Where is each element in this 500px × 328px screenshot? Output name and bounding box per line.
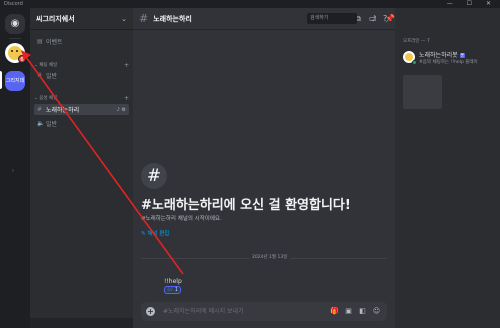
selected-server-indicator [0,71,2,89]
search-input[interactable]: 검색하기 [307,13,357,24]
category-label: 음성 채널 [39,96,58,101]
channel-noraehaneun-hari[interactable]: # 노래하는하리 ♪ ⚙ [34,104,129,115]
member-item[interactable]: 노래하는하리봇 봇 #음악 채팅하는 !!help 플레이 [399,47,496,73]
channel-label: 노래하는하리 [46,107,80,114]
calendar-icon: ▤ [37,38,43,45]
help-icon[interactable]: ? [383,14,387,23]
chevron-down-icon: ⌄ [121,14,127,23]
title-bar: Discord — ☐ ✕ [0,0,500,8]
channel-label: 이벤트 [46,39,63,46]
rail-separator [9,38,21,39]
member-name-label: 노래하는하리봇 [419,52,458,59]
edit-channel-label: 채널 편집 [147,231,170,237]
server-name: 씨그리지쉐서 [36,14,75,23]
message-text: !!help [164,278,182,285]
hash-icon: # [37,106,43,113]
channel-events[interactable]: ▤ 이벤트 [34,36,129,47]
edit-channel-link[interactable]: ✎ 채널 편집 [141,229,169,237]
bot-badge: 봇 [459,53,465,58]
search-placeholder: 검색하기 [310,15,329,21]
server-button[interactable]: 그리지데 [5,71,25,91]
add-channel-icon[interactable]: + [124,95,129,102]
mention-badge: 6 [18,55,26,63]
member-name: 노래하는하리봇 봇 [419,50,465,59]
server-rail: ◉ 6 그리지데 › [0,8,30,328]
channel-title: 노래하는하리 [153,14,192,23]
welcome-subtitle: #노래하는하리 채널의 시작이에요. [141,216,222,222]
message-composer[interactable]: + #노래하는하리에 메시지 보내기 🎁 ▣ ◧ ☺ [141,302,387,321]
channel-label: 일반 [46,73,58,80]
composer-placeholder[interactable]: #노래하는하리에 메시지 보내기 [163,302,244,321]
composer-tools: 🎁 ▣ ◧ ☺ [330,307,381,316]
category-voice-channels[interactable]: ⌄ 음성 채널 + [34,94,129,102]
emoji-icon[interactable]: ☺ [372,307,381,316]
gif-icon[interactable]: ▣ [344,307,353,316]
channel-general[interactable]: # 일반 [34,70,129,81]
add-attachment-icon[interactable]: + [146,307,155,316]
speaker-icon: 🔈 [37,120,45,127]
server-header[interactable]: 씨그리지쉐서 ⌄ [30,8,133,30]
reaction-button[interactable]: 🎶 1 [164,286,181,294]
member-list: 오프라인 — 7 노래하는하리봇 봇 #음악 채팅하는 !!help 플레이 [395,8,500,328]
gift-icon[interactable]: 🎁 [330,307,339,316]
date-label: 2024년 1월 13일 [249,255,291,261]
sticker-icon[interactable]: ◧ [358,307,367,316]
date-divider: 2024년 1월 13일 [141,255,387,261]
channel-label: 일반 [46,121,58,128]
window-controls[interactable]: — ☐ ✕ [447,0,497,8]
server-avatar-button[interactable]: 6 [5,43,26,63]
discord-logo-icon: ◉ [10,18,20,29]
member-category: 오프라인 — 7 [403,39,430,44]
welcome-title: #노래하는하리에 오신 걸 환영합니다! [141,198,351,213]
hash-icon: # [37,72,43,79]
app-name: Discord [4,1,23,7]
channel-voice-general[interactable]: 🔈 일반 [34,118,129,129]
chat-area: # 노래하는하리 ⧉ ♪ 📌 👥 # #노래하는하리에 오신 걸 환영합니다! … [133,8,411,328]
online-status-icon [412,60,417,65]
welcome-hash-icon: # [141,163,167,189]
category-label: 채팅 채널 [39,63,58,68]
member-card-placeholder [403,75,442,109]
add-channel-icon[interactable]: + [124,62,129,69]
rail-extra-icon: › [12,168,14,174]
hash-icon: # [139,12,149,25]
channel-sidebar: 씨그리지쉐서 ⌄ ▤ 이벤트 ⌄ 채팅 채널 + # 일반 ⌄ 음성 채널 + … [30,8,133,328]
user-panel [30,318,133,328]
discord-home-button[interactable]: ◉ [5,14,25,34]
channel-actions-icons[interactable]: ♪ ⚙ [117,107,129,113]
member-activity: #음악 채팅하는 !!help 플레이 [419,60,478,65]
category-text-channels[interactable]: ⌄ 채팅 채널 + [34,61,129,69]
inbox-icon[interactable]: ▭ [369,14,377,23]
